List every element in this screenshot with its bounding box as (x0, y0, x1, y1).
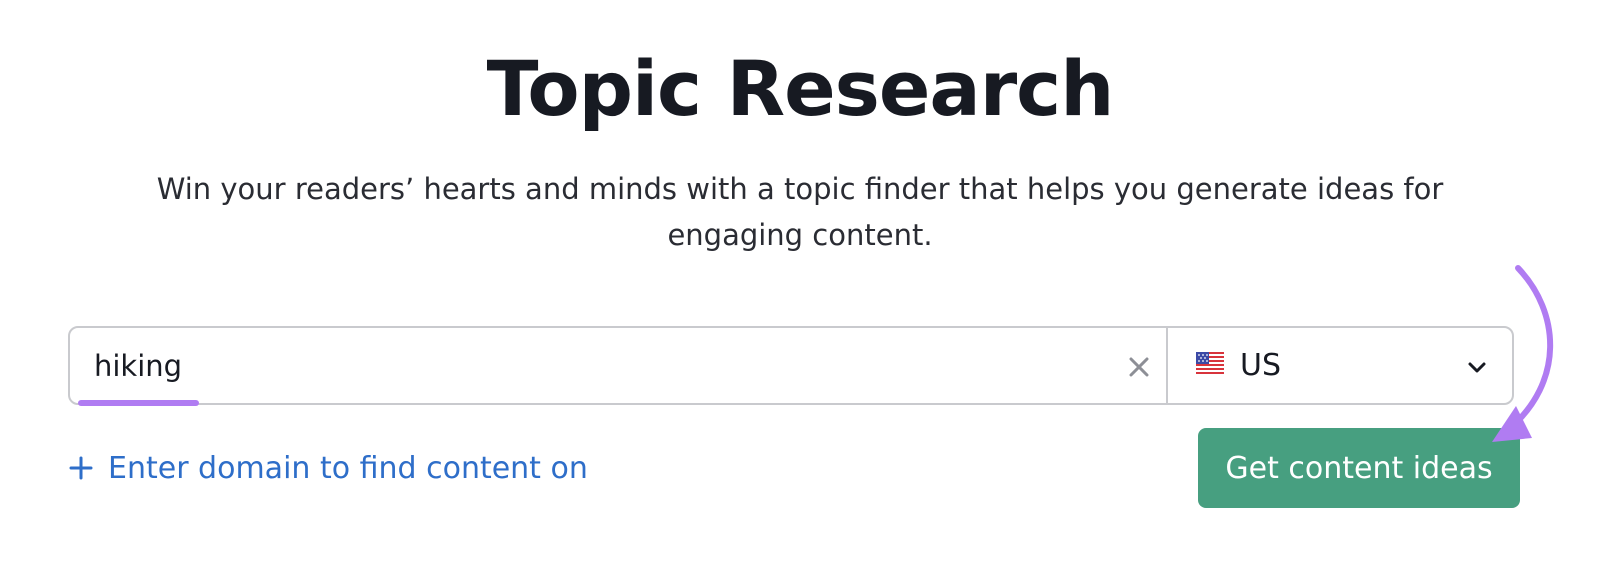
add-domain-link[interactable]: Enter domain to find content on (68, 446, 588, 490)
clear-button[interactable] (1122, 350, 1156, 384)
country-select[interactable]: US (1168, 328, 1512, 403)
keyword-input[interactable] (94, 344, 1094, 388)
annotation-arrow-icon (1492, 265, 1554, 442)
page-subtitle: Win your readers’ hearts and minds with … (156, 172, 1444, 252)
chevron-down-icon (1468, 362, 1486, 373)
plus-icon (69, 456, 93, 480)
country-label: US (1240, 348, 1282, 383)
keyword-field (70, 328, 1168, 406)
keyword-highlight-underline (78, 400, 199, 406)
close-icon (1129, 357, 1149, 377)
us-flag-icon (1196, 352, 1224, 374)
page-title: Topic Research (486, 44, 1115, 133)
search-bar: US (68, 326, 1514, 406)
get-content-ideas-button[interactable]: Get content ideas (1198, 428, 1520, 508)
add-domain-label: Enter domain to find content on (108, 450, 588, 486)
